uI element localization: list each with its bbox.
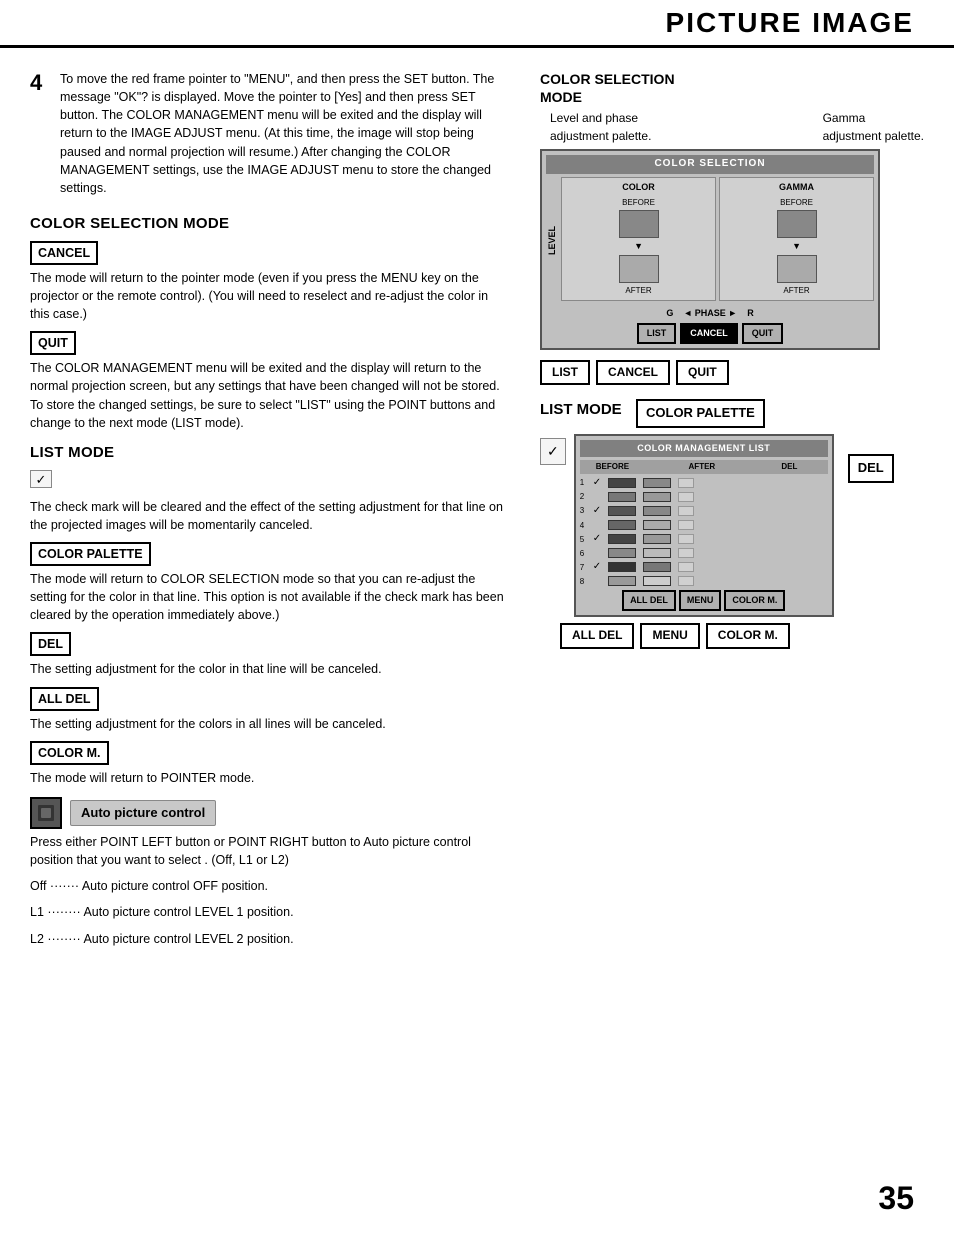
all-del-description: The setting adjustment for the colors in… <box>30 715 510 733</box>
lm-menu-btn[interactable]: MENU <box>679 590 722 611</box>
cs-buttons: LIST CANCEL QUIT <box>546 323 874 344</box>
table-row: 1 ✓ <box>580 476 828 491</box>
left-column: 4 To move the red frame pointer to "MENU… <box>0 60 530 1175</box>
lm-menu-label: MENU <box>640 623 699 648</box>
level-label: LEVEL <box>546 226 559 255</box>
color-palette-description: The mode will return to COLOR SELECTION … <box>30 570 510 624</box>
level-phase-label: Level and phase adjustment palette. <box>550 110 651 145</box>
auto-picture-label: Auto picture control <box>70 800 216 827</box>
table-row: 5 ✓ <box>580 532 828 547</box>
auto-picture-off: Off ······· Auto picture control OFF pos… <box>30 877 510 895</box>
cs-swatch-after <box>619 255 659 283</box>
cs-col-gamma: GAMMA BEFORE ▼ AFTER <box>719 177 874 301</box>
step-number: 4 <box>30 70 52 197</box>
list-mode-heading: LIST MODE <box>30 442 510 464</box>
color-m-description: The mode will return to POINTER mode. <box>30 769 510 787</box>
lm-col-before: BEFORE <box>596 461 685 473</box>
table-row: 7 ✓ <box>580 560 828 575</box>
cs-ui-header: COLOR SELECTION <box>546 155 874 174</box>
cs-cancel-label: CANCEL <box>596 360 670 385</box>
quit-label-box: QUIT <box>30 331 76 355</box>
table-row: 8 <box>580 576 828 588</box>
list-mode-left: ✓ <box>540 438 566 464</box>
lm-all-del-label: ALL DEL <box>560 623 634 648</box>
lm-header: COLOR MANAGEMENT LIST <box>580 440 828 457</box>
gamma-label: Gamma adjustment palette. <box>823 110 924 145</box>
lm-color-m-btn[interactable]: COLOR M. <box>724 590 785 611</box>
color-m-label-box: COLOR M. <box>30 741 109 765</box>
lm-col-del: DEL <box>781 461 825 473</box>
cs-quit-btn[interactable]: QUIT <box>742 323 784 344</box>
table-row: 2 <box>580 491 828 503</box>
main-content: 4 To move the red frame pointer to "MENU… <box>0 60 954 1175</box>
color-selection-diagram: COLOR SELECTION LEVEL COLOR BEFORE ▼ AFT… <box>540 149 934 385</box>
header-bar: PICTURE IMAGE <box>0 0 954 48</box>
checkmark-row: ✓ <box>30 470 510 492</box>
color-palette-label-box: COLOR PALETTE <box>30 542 151 566</box>
diagram-labels: Level and phase adjustment palette. Gamm… <box>540 110 934 145</box>
auto-picture-icon <box>30 797 62 829</box>
list-mode-ui-row: ✓ COLOR MANAGEMENT LIST BEFORE AFTER DEL… <box>540 434 934 617</box>
step-4-text: To move the red frame pointer to "MENU",… <box>60 70 510 197</box>
auto-picture-section: Auto picture control <box>30 797 510 829</box>
color-palette-badge: COLOR PALETTE <box>636 399 765 428</box>
cs-ui-columns-row: LEVEL COLOR BEFORE ▼ AFTER GAMMA BEF <box>546 177 874 305</box>
cancel-label-box: CANCEL <box>30 241 98 265</box>
auto-picture-text: Press either POINT LEFT button or POINT … <box>30 833 510 869</box>
cs-swatch-gamma-before <box>777 210 817 238</box>
table-row: 4 <box>580 520 828 532</box>
auto-picture-l1: L1 ········ Auto picture control LEVEL 1… <box>30 903 510 921</box>
list-mode-header-row: LIST MODE COLOR PALETTE <box>540 399 934 428</box>
cs-list-label: LIST <box>540 360 590 385</box>
right-column: COLOR SELECTION MODE Level and phase adj… <box>530 60 954 1175</box>
lm-ui-box: COLOR MANAGEMENT LIST BEFORE AFTER DEL 1… <box>574 434 834 617</box>
table-row: 3 ✓ <box>580 504 828 519</box>
cs-quit-label: QUIT <box>676 360 729 385</box>
table-row: 6 <box>580 548 828 560</box>
del-label-box: DEL <box>30 632 71 656</box>
page-number: 35 <box>878 1180 914 1217</box>
auto-picture-l2: L2 ········ Auto picture control LEVEL 2… <box>30 930 510 948</box>
cs-cancel-btn[interactable]: CANCEL <box>680 323 738 344</box>
lm-rows: 1 ✓ 2 3 <box>580 476 828 587</box>
cs-columns: COLOR BEFORE ▼ AFTER GAMMA BEFORE ▼ <box>561 177 874 301</box>
lm-all-del-btn[interactable]: ALL DEL <box>622 590 676 611</box>
checkmark-description: The check mark will be cleared and the e… <box>30 498 510 534</box>
cs-phase-row: G ◄ PHASE ► R <box>546 307 874 320</box>
color-selection-mode-heading: COLOR SELECTION MODE <box>30 213 510 235</box>
list-mode-title: LIST MODE <box>540 399 630 421</box>
checkmark-icon: ✓ <box>30 470 52 488</box>
cs-bottom-labels: LIST CANCEL QUIT <box>540 360 934 385</box>
quit-description: The COLOR MANAGEMENT menu will be exited… <box>30 359 510 432</box>
cs-swatch-gamma-after <box>777 255 817 283</box>
lm-color-m-label: COLOR M. <box>706 623 790 648</box>
all-del-label-box: ALL DEL <box>30 687 99 711</box>
step-4-intro: 4 To move the red frame pointer to "MENU… <box>30 70 510 197</box>
cs-list-btn[interactable]: LIST <box>637 323 677 344</box>
cs-diagram-title: COLOR SELECTION MODE <box>540 70 934 106</box>
cs-swatch-before <box>619 210 659 238</box>
list-checkmark: ✓ <box>540 438 566 464</box>
cancel-description: The mode will return to the pointer mode… <box>30 269 510 323</box>
lm-bottom-labels: ALL DEL MENU COLOR M. <box>560 623 934 648</box>
del-badge: DEL <box>848 454 894 483</box>
cs-col-color: COLOR BEFORE ▼ AFTER <box>561 177 716 301</box>
cs-ui-box: COLOR SELECTION LEVEL COLOR BEFORE ▼ AFT… <box>540 149 880 350</box>
page-title: PICTURE IMAGE <box>666 7 914 39</box>
lm-col-headers: BEFORE AFTER DEL <box>580 460 828 474</box>
lm-col-after: AFTER <box>689 461 778 473</box>
lm-buttons: ALL DEL MENU COLOR M. <box>580 590 828 611</box>
del-description: The setting adjustment for the color in … <box>30 660 510 678</box>
